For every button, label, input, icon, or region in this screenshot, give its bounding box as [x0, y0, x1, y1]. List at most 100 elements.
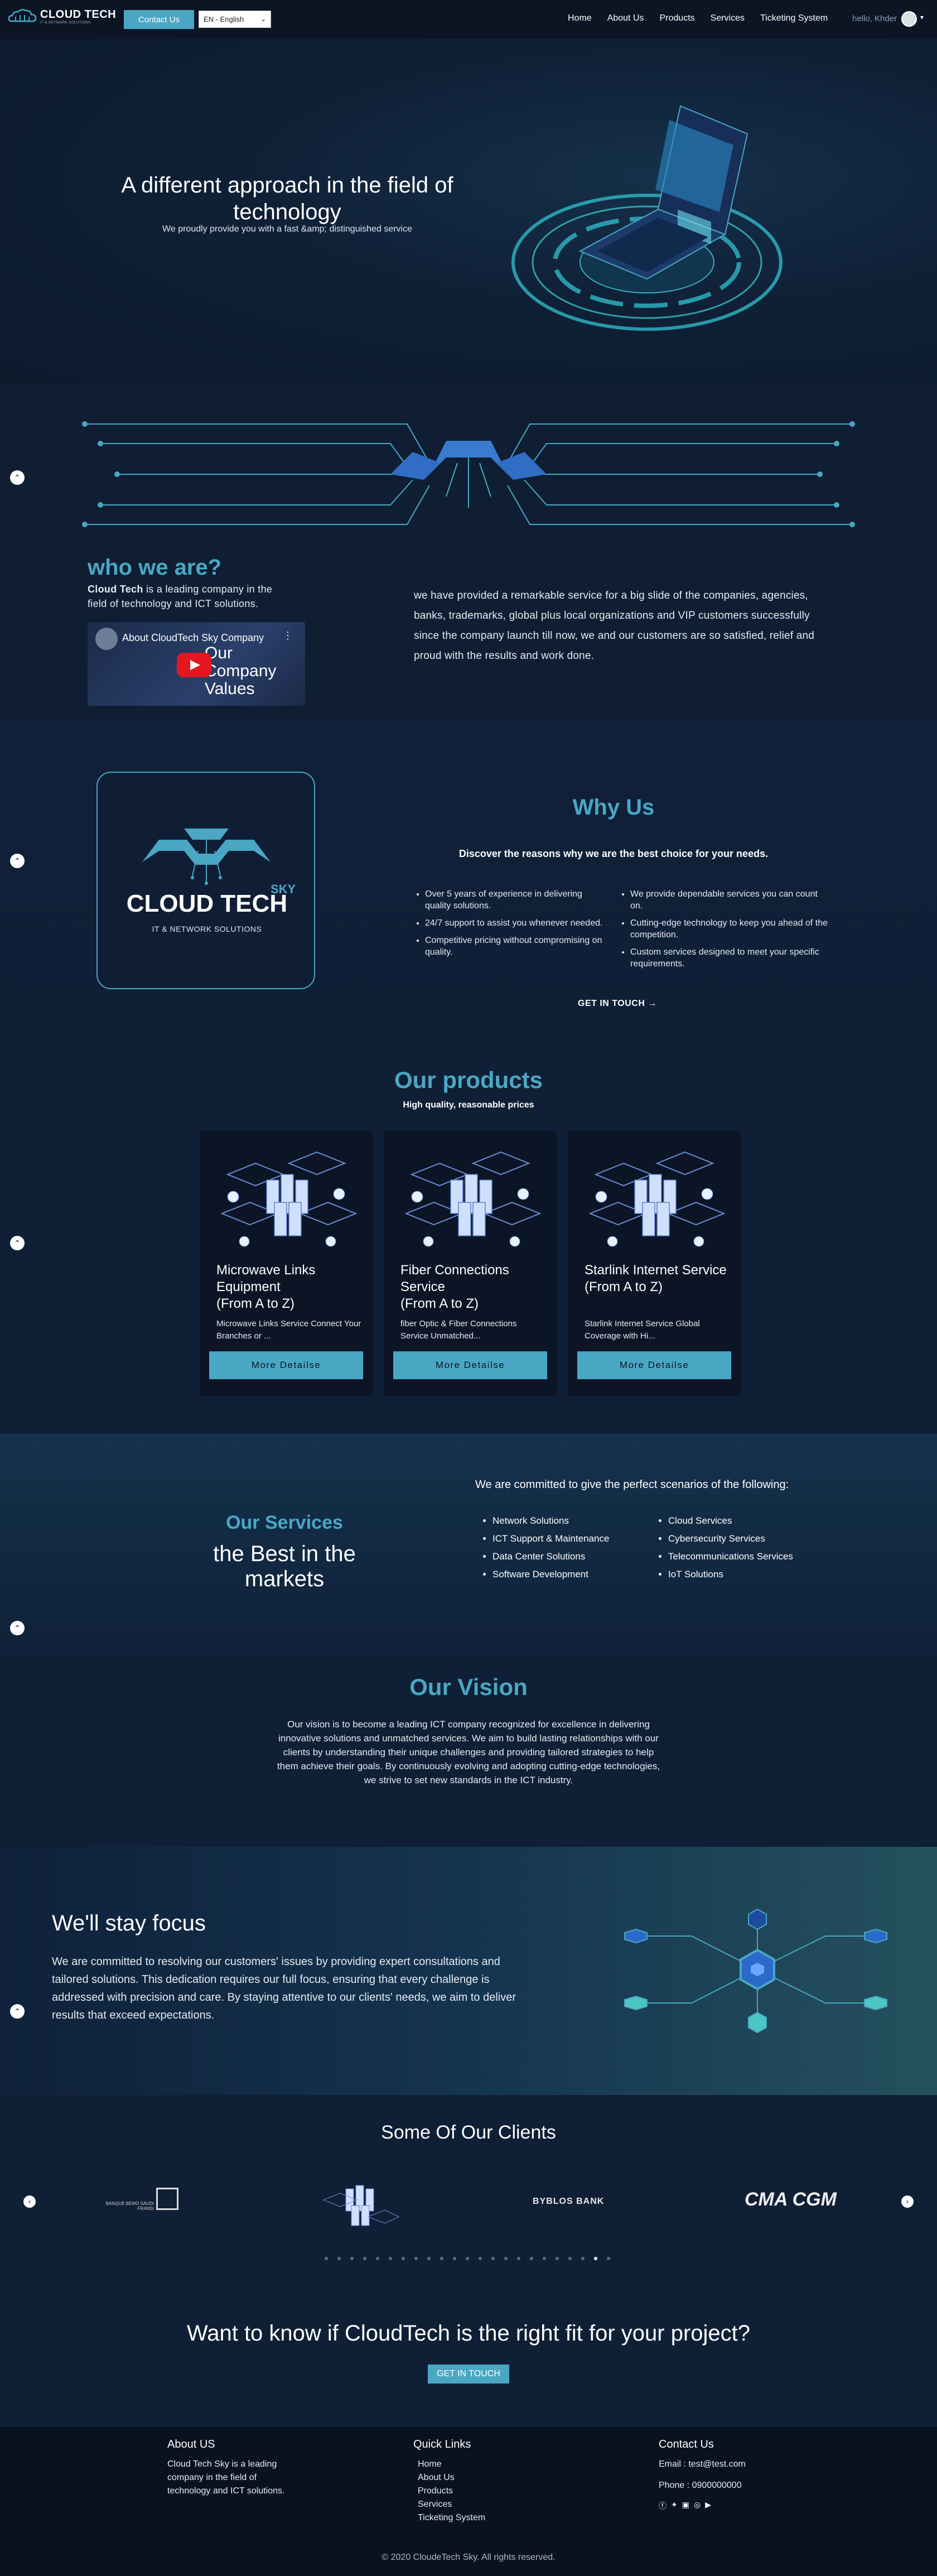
carousel-dot[interactable]: [363, 2257, 366, 2260]
carousel-dot[interactable]: [556, 2257, 559, 2260]
carousel-dot[interactable]: [376, 2257, 379, 2260]
product-name: Fiber Connections Service (From A to Z): [400, 1263, 509, 1311]
scroll-up-arrow-icon[interactable]: ⌃: [10, 2004, 25, 2019]
footer-phone[interactable]: Phone : 0900000000: [659, 2479, 804, 2492]
language-select[interactable]: EN - English ⌄: [199, 11, 271, 28]
footer-link-about[interactable]: About Us: [418, 2471, 536, 2484]
scroll-up-arrow-icon[interactable]: ⌃: [10, 1236, 25, 1250]
nav-link-about[interactable]: About Us: [607, 13, 644, 23]
more-options-icon[interactable]: ⋮: [283, 630, 293, 642]
carousel-dot[interactable]: [530, 2257, 533, 2260]
services-list-right: Cloud Services Cybersecurity Services Te…: [657, 1515, 835, 1587]
client-logo-cma: CMA CGM: [745, 2189, 837, 2210]
footer-email[interactable]: Email : test@test.com: [659, 2458, 804, 2471]
footer-contact-heading: Contact Us: [659, 2438, 714, 2450]
carousel-dot[interactable]: [517, 2257, 520, 2260]
nav-link-services[interactable]: Services: [711, 13, 745, 23]
carousel-prev-icon[interactable]: ‹: [23, 2195, 36, 2208]
hero-section: A different approach in the field of tec…: [0, 39, 937, 385]
product-card: Microwave Links Equipment (From A to Z) …: [200, 1131, 373, 1396]
cta-title: Want to know if CloudTech is the right f…: [186, 2321, 751, 2346]
linkedin-icon[interactable]: ▣: [682, 2500, 689, 2511]
carousel-dot[interactable]: [440, 2257, 443, 2260]
twitter-icon[interactable]: ✦: [671, 2500, 678, 2511]
video-player[interactable]: About CloudTech Sky Company ⋮ Our Compan…: [88, 622, 305, 706]
carousel-next-icon[interactable]: ›: [901, 2195, 914, 2208]
facebook-icon[interactable]: ⓕ: [659, 2500, 666, 2511]
footer-link-ticketing[interactable]: Ticketing System: [418, 2511, 536, 2525]
contact-us-button[interactable]: Contact Us: [124, 10, 194, 29]
client-name: BANQUE BEMO SAUDI FRANSI: [105, 2201, 154, 2211]
carousel-dot[interactable]: [491, 2257, 495, 2260]
products-title: Our products: [394, 1067, 543, 1093]
carousel-dot[interactable]: [325, 2257, 328, 2260]
user-greeting: hello, Khder: [852, 14, 897, 23]
play-button[interactable]: [177, 653, 211, 677]
list-item: Custom services designed to meet your sp…: [630, 946, 831, 970]
product-desc: Microwave Links Service Connect Your Bra…: [216, 1319, 361, 1341]
avatar[interactable]: [901, 11, 917, 27]
focus-section: We'll stay focus We are committed to res…: [0, 1847, 937, 2095]
nav-link-home[interactable]: Home: [568, 13, 592, 23]
cloud-logo-icon: [8, 9, 37, 22]
nav-link-products[interactable]: Products: [660, 13, 695, 23]
who-title: who we are?: [88, 555, 222, 580]
brand-logo[interactable]: CLOUD TECH IT & NETWORK SOLUTIONS: [8, 8, 116, 25]
carousel-dot[interactable]: [389, 2257, 392, 2260]
carousel-dot[interactable]: [504, 2257, 508, 2260]
social-links: ⓕ ✦ ▣ ◎ ▶: [659, 2500, 804, 2511]
who-brand: Cloud Tech: [88, 584, 143, 595]
services-list-left: Network Solutions ICT Support & Maintena…: [481, 1515, 649, 1587]
get-in-touch-link[interactable]: GET IN TOUCH →: [578, 999, 657, 1009]
list-item: Cloud Services: [668, 1515, 835, 1527]
footer-link-products[interactable]: Products: [418, 2484, 536, 2498]
card-tagline: IT & NETWORK SOLUTIONS: [152, 925, 262, 933]
carousel-dot[interactable]: [453, 2257, 456, 2260]
carousel-dot[interactable]: [479, 2257, 482, 2260]
hero-title: A different approach in the field of tec…: [121, 173, 453, 224]
services-heading: We are committed to give the perfect sce…: [475, 1479, 789, 1491]
video-overlay-text: Our Company Values: [205, 644, 277, 698]
focus-title: We'll stay focus: [52, 1911, 206, 1935]
instagram-icon[interactable]: ◎: [694, 2500, 701, 2511]
more-details-button[interactable]: More Detailse: [393, 1351, 547, 1379]
product-name: Microwave Links Equipment (From A to Z): [216, 1263, 316, 1311]
footer-link-services[interactable]: Services: [418, 2498, 536, 2511]
hero-subtitle: We proudly provide you with a fast &amp;…: [162, 224, 412, 234]
youtube-icon[interactable]: ▶: [705, 2500, 711, 2511]
circuit-graphic: [82, 421, 855, 527]
services-subtitle: the Best in the markets: [213, 1542, 356, 1591]
carousel-dot[interactable]: [427, 2257, 431, 2260]
scroll-up-arrow-icon[interactable]: ⌃: [10, 1621, 25, 1635]
carousel-dot[interactable]: [350, 2257, 354, 2260]
copyright: © 2020 CloudeTech Sky. All rights reserv…: [381, 2553, 556, 2562]
carousel-dot[interactable]: [607, 2257, 610, 2260]
product-card: Starlink Internet Service (From A to Z) …: [568, 1131, 741, 1396]
carousel-dot[interactable]: [581, 2257, 585, 2260]
caret-down-icon[interactable]: ▾: [920, 13, 924, 21]
clients-title: Some Of Our Clients: [381, 2122, 556, 2143]
carousel-dot[interactable]: [568, 2257, 572, 2260]
scroll-up-arrow-icon[interactable]: ⌃: [10, 470, 25, 485]
list-item: We provide dependable services you can c…: [630, 888, 831, 912]
why-subtitle: Discover the reasons why we are the best…: [458, 848, 769, 859]
client-logo-network-icon: [322, 2185, 400, 2226]
product-desc: fiber Optic & Fiber Connections Service …: [400, 1319, 517, 1341]
more-details-button[interactable]: More Detailse: [577, 1351, 731, 1379]
carousel-dot-active[interactable]: [594, 2257, 597, 2260]
scroll-up-arrow-icon[interactable]: ⌃: [10, 854, 25, 868]
footer-links: Quick Links Home About Us Products Servi…: [413, 2438, 536, 2525]
carousel-dot[interactable]: [414, 2257, 418, 2260]
footer-link-home[interactable]: Home: [418, 2458, 536, 2471]
more-details-button[interactable]: More Detailse: [209, 1351, 363, 1379]
carousel-dot[interactable]: [402, 2257, 405, 2260]
get-in-touch-button[interactable]: GET IN TOUCH: [428, 2365, 509, 2384]
hexagon-network-illustration: [624, 1908, 887, 2034]
carousel-dot[interactable]: [466, 2257, 469, 2260]
carousel-dot[interactable]: [543, 2257, 546, 2260]
products-subtitle: High quality, reasonable prices: [403, 1100, 534, 1110]
nav-link-ticketing[interactable]: Ticketing System: [760, 13, 828, 23]
why-list-left: Over 5 years of experience in delivering…: [414, 888, 603, 964]
list-item: Telecommunications Services: [668, 1551, 835, 1562]
carousel-dot[interactable]: [337, 2257, 341, 2260]
